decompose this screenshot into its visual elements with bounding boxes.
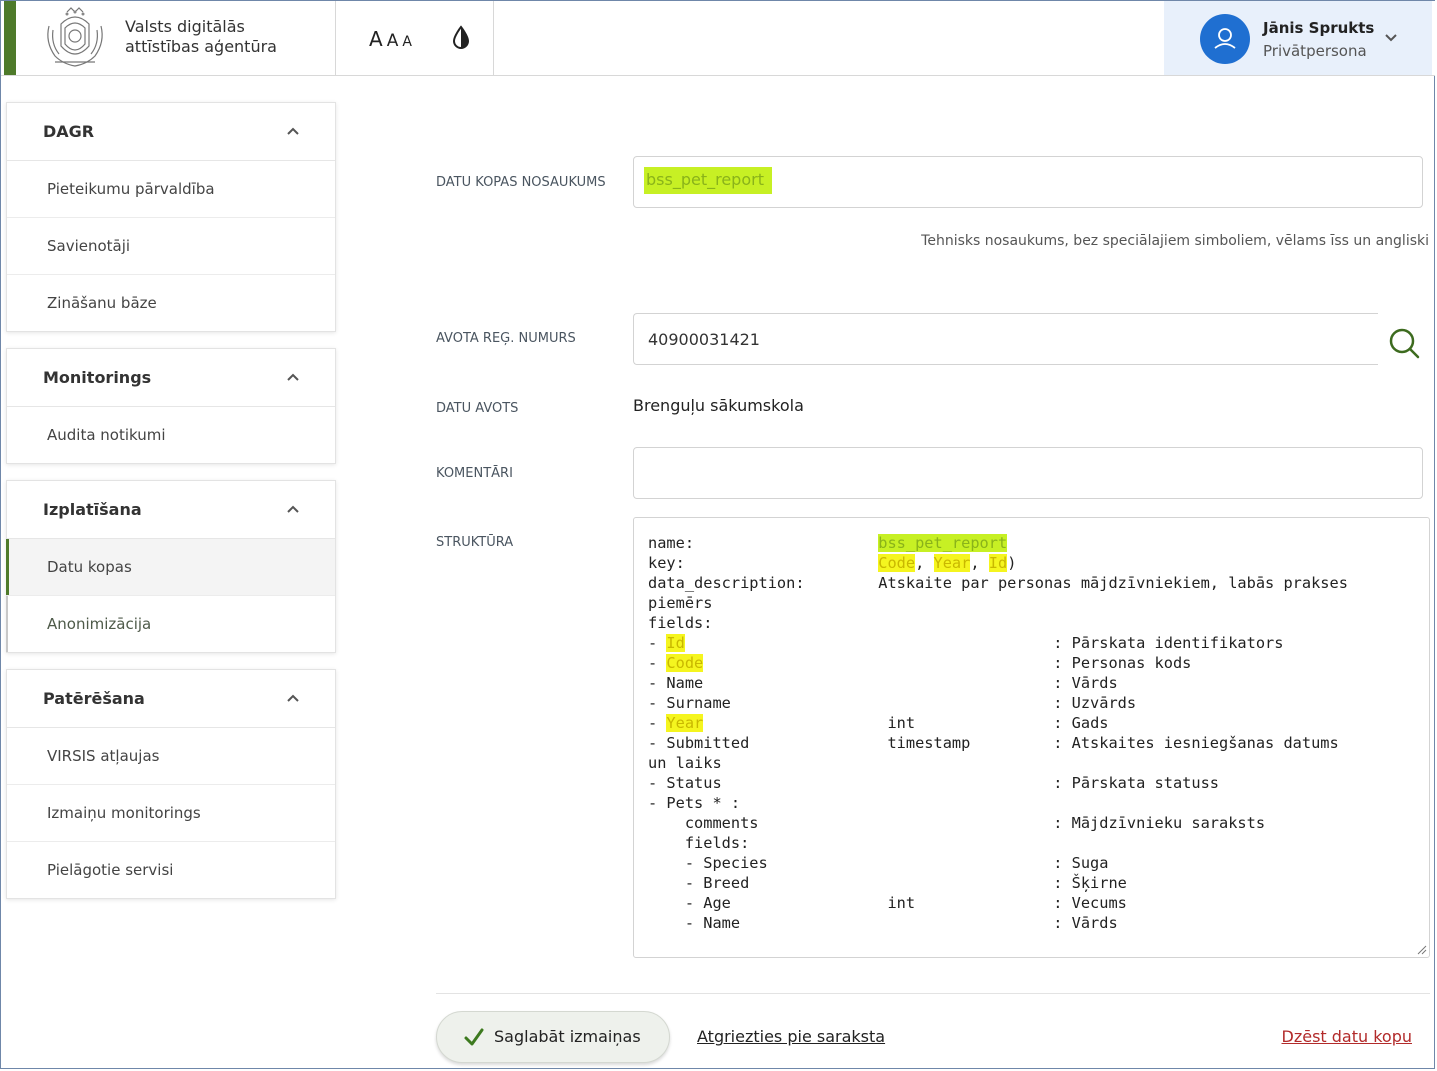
sidebar-group-header[interactable]: Patērēšana <box>7 670 335 728</box>
dataset-name-label: DATU KOPAS NOSAUKUMS <box>436 175 606 190</box>
sidebar-item-label: Audita notikumi <box>47 426 166 444</box>
sidebar-item-label: VIRSIS atļaujas <box>47 747 160 765</box>
resize-handle-icon[interactable] <box>1417 945 1427 955</box>
top-header: Valsts digitālās attīstības aģentūra AAA… <box>1 1 1435 76</box>
save-changes-button[interactable]: Saglabāt izmaiņas <box>436 1011 670 1063</box>
font-size-controls: AAA <box>369 27 416 51</box>
chevron-up-icon[interactable] <box>287 373 299 381</box>
sidebar-group-title: Patērēšana <box>43 689 145 708</box>
source-reg-number-field[interactable]: 40900031421 <box>633 313 1378 365</box>
sidebar-item-zinasanu-baze[interactable]: Zināšanu bāze <box>7 275 335 331</box>
search-icon[interactable] <box>1387 326 1421 360</box>
data-source-value: Brenguļu sākumskola <box>633 396 804 415</box>
sidebar-item-izmainu-monitorings[interactable]: Izmaiņu monitorings <box>7 785 335 842</box>
sidebar-item-anonimizacija[interactable]: Anonimizācija <box>6 596 335 652</box>
sidebar-item-pieteikumu-parvaldiba[interactable]: Pieteikumu pārvaldība <box>7 161 335 218</box>
header-separator <box>335 1 336 75</box>
user-icon <box>1214 28 1236 49</box>
checkmark-icon <box>464 1028 484 1046</box>
contrast-toggle-icon[interactable] <box>451 25 471 51</box>
save-changes-label: Saglabāt izmaiņas <box>494 1027 641 1046</box>
sidebar-group-monitorings: Monitorings Audita notikumi <box>6 348 336 464</box>
dataset-name-value: bss_pet_report <box>644 167 772 194</box>
coat-of-arms-logo <box>47 7 103 67</box>
sidebar-group-title: Izplatīšana <box>43 500 142 519</box>
sidebar-item-audita-notikumi[interactable]: Audita notikumi <box>7 407 335 463</box>
brand-bar <box>4 1 16 75</box>
font-size-small-button[interactable]: A <box>402 34 412 50</box>
sidebar-group-title: Monitorings <box>43 368 152 387</box>
back-to-list-link[interactable]: Atgriezties pie saraksta <box>697 1027 885 1046</box>
sidebar-item-label: Datu kopas <box>47 558 132 576</box>
dataset-name-hint: Tehnisks nosaukums, bez speciālajiem sim… <box>921 233 1429 249</box>
avatar <box>1200 14 1250 64</box>
sidebar-item-virsis-atlaujas[interactable]: VIRSIS atļaujas <box>7 728 335 785</box>
sidebar-group-paterešana: Patērēšana VIRSIS atļaujas Izmaiņu monit… <box>6 669 336 899</box>
dataset-name-field[interactable]: bss_pet_report <box>633 156 1423 208</box>
sidebar-group-header[interactable]: Izplatīšana <box>7 481 335 539</box>
chevron-up-icon[interactable] <box>287 127 299 135</box>
sidebar-item-label: Zināšanu bāze <box>47 294 157 312</box>
form-divider <box>436 993 1430 994</box>
chevron-up-icon[interactable] <box>287 694 299 702</box>
sidebar-group-header[interactable]: DAGR <box>7 103 335 161</box>
sidebar-item-label: Savienotāji <box>47 237 131 255</box>
font-size-large-button[interactable]: A <box>369 27 383 51</box>
chevron-down-icon[interactable] <box>1384 33 1398 43</box>
delete-dataset-link[interactable]: Dzēst datu kopu <box>1282 1027 1413 1046</box>
sidebar-group-dagr: DAGR Pieteikumu pārvaldība Savienotāji Z… <box>6 102 336 332</box>
font-size-medium-button[interactable]: A <box>387 31 399 51</box>
sidebar-item-label: Izmaiņu monitorings <box>47 804 201 822</box>
sidebar-item-label: Anonimizācija <box>47 615 152 633</box>
sidebar-item-label: Pieteikumu pārvaldība <box>47 180 215 198</box>
structure-textarea[interactable]: name: bss_pet_report key: Code, Year, Id… <box>633 517 1430 958</box>
sidebar-group-izplatisana: Izplatīšana Datu kopas Anonimizācija <box>6 480 336 653</box>
sidebar-group-header[interactable]: Monitorings <box>7 349 335 407</box>
header-separator <box>493 1 494 75</box>
comments-label: KOMENTĀRI <box>436 466 513 481</box>
data-source-label: DATU AVOTS <box>436 401 519 416</box>
source-reg-number-value: 40900031421 <box>648 330 760 349</box>
sidebar-group-title: DAGR <box>43 122 95 141</box>
sidebar-item-pielagotie-servisi[interactable]: Pielāgotie servisi <box>7 842 335 898</box>
structure-content: name: bss_pet_report key: Code, Year, Id… <box>648 534 1348 932</box>
org-name: Valsts digitālās attīstības aģentūra <box>125 17 277 57</box>
chevron-up-icon[interactable] <box>287 505 299 513</box>
user-name: Jānis Sprukts <box>1263 19 1375 37</box>
sidebar-item-datu-kopas[interactable]: Datu kopas <box>6 539 335 596</box>
structure-label: STRUKTŪRA <box>436 535 514 550</box>
sidebar-item-savienotaji[interactable]: Savienotāji <box>7 218 335 275</box>
org-name-line2: attīstības aģentūra <box>125 37 277 56</box>
comments-field[interactable] <box>633 447 1423 499</box>
org-name-line1: Valsts digitālās <box>125 17 245 36</box>
user-role: Privātpersona <box>1263 42 1367 60</box>
user-menu[interactable]: Jānis Sprukts Privātpersona <box>1164 1 1432 75</box>
sidebar-item-label: Pielāgotie servisi <box>47 861 174 879</box>
source-reg-number-label: AVOTA REĢ. NUMURS <box>436 331 576 346</box>
